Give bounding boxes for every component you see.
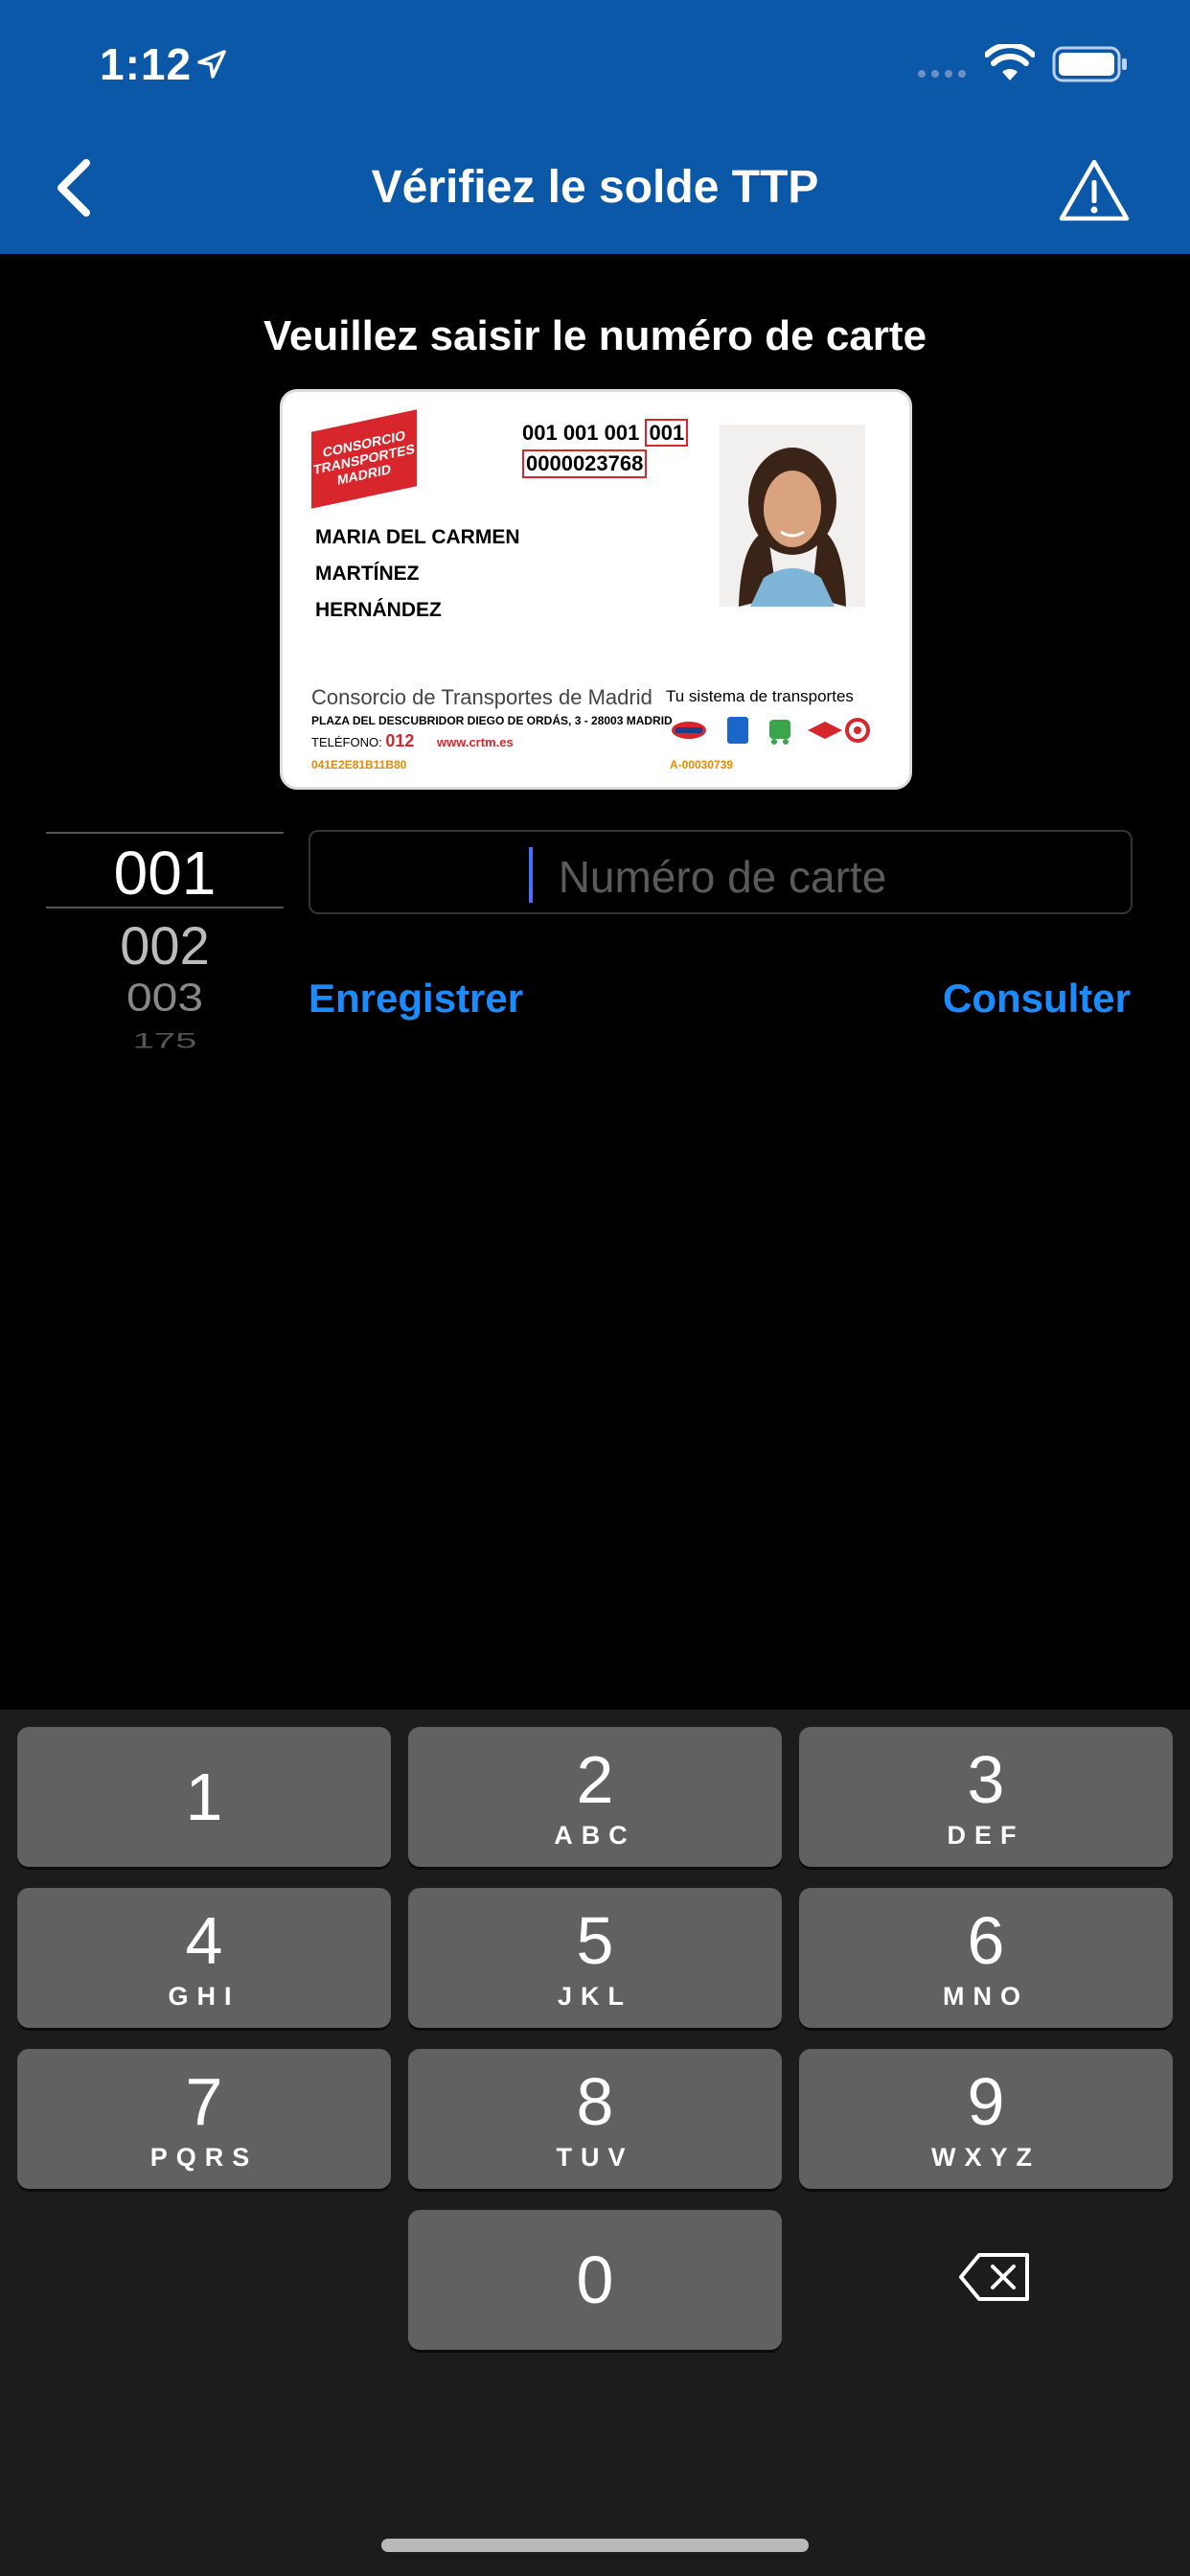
card-number-input[interactable]: Numéro de carte [309,830,1133,914]
key-0[interactable]: 0 [408,2210,782,2350]
picker-item[interactable]: 001 [46,838,284,908]
card-code: A-00030739 [670,758,734,771]
key-2[interactable]: 2 ABC [408,1727,782,1867]
save-button[interactable]: Enregistrer [309,976,523,1022]
instruction-text: Veuillez saisir le numéro de carte [263,312,927,359]
card-organization: Consorcio de Transportes de Madrid [311,685,652,709]
card-holder-name: MARTÍNEZ [315,563,420,585]
picker-item[interactable]: 175 [46,1029,284,1053]
card-logo: CONSORCIO TRANSPORTES MADRID [311,409,417,509]
cellular-signal-icon [918,70,966,78]
key-6[interactable]: 6 MNO [799,1888,1173,2028]
key-1[interactable]: 1 [17,1727,391,1867]
card-tagline: Tu sistema de transportes [666,687,854,705]
card-holder-name: HERNÁNDEZ [315,599,442,621]
home-indicator[interactable] [381,2539,809,2552]
card-holder-photo [720,425,865,607]
picker-selection-line [46,907,284,908]
card-serial: 041E2E81B11B80 [311,758,407,771]
navigation-bar: 1:12 Vérifiez le solde TTP [0,0,1190,254]
picker-item[interactable]: 002 [46,914,284,977]
numeric-keyboard: 1 2 ABC 3 DEF 4 GHI 5 JKL 6 MNO 7 PQRS 8 TUV 9W… [0,1710,1190,2576]
picker-item[interactable]: 003 [46,976,284,1021]
card-phone: TELÉFONO: 012 www.crtm.es [311,731,514,750]
battery-icon [1052,46,1127,82]
transport-mode-icons [672,717,870,745]
card-number-line2: 0000023768 [522,449,648,478]
page-title: Vérifiez le solde TTP [371,162,819,213]
card-address: PLAZA DEL DESCUBRIDOR DIEGO DE ORDÁS, 3 … [311,714,673,727]
key-9[interactable]: 9 WXYZ [799,2049,1173,2189]
key-3[interactable]: 3 DEF [799,1727,1173,1867]
card-number-placeholder: Numéro de carte [558,852,887,902]
key-4[interactable]: 4 GHI [17,1888,391,2028]
location-arrow-icon [197,50,226,79]
key-8[interactable]: 8 TUV [408,2049,782,2189]
key-5[interactable]: 5 JKL [408,1888,782,2028]
status-time: 1:12 [100,39,193,89]
card-number-line1: 001 001 001 001 [522,419,689,447]
consult-button[interactable]: Consulter [943,976,1131,1022]
backspace-icon[interactable] [958,2252,1031,2302]
sample-card-image: CONSORCIO TRANSPORTES MADRID 001 001 001… [280,389,912,790]
warning-triangle-icon[interactable] [1058,157,1131,222]
wifi-icon [985,44,1035,80]
card-prefix-picker[interactable]: 001 002 003 175 [46,828,284,1058]
key-7[interactable]: 7 PQRS [17,2049,391,2189]
picker-selection-line [46,832,284,834]
card-holder-name: MARIA DEL CARMEN [315,526,520,548]
